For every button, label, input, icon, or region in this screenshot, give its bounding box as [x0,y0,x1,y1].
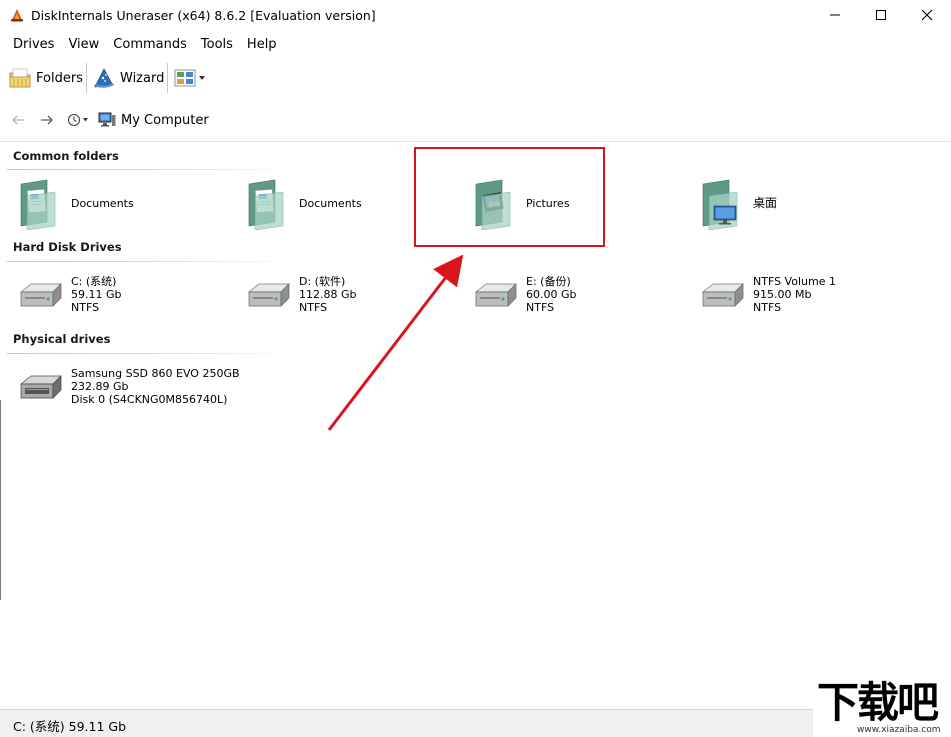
menu-help[interactable]: Help [240,34,284,56]
folder-name: Documents [299,197,362,210]
title-bar: DiskInternals Uneraser (x64) 8.6.2 [Eval… [0,0,951,32]
documents-folder-icon [248,179,284,230]
highlight-box [414,147,605,247]
folder-documents[interactable]: Documents [7,172,227,244]
back-arrow-icon[interactable] [10,112,26,128]
folders-icon [9,68,31,88]
close-button[interactable] [904,0,950,30]
menu-tools[interactable]: Tools [194,34,240,56]
documents-folder-icon [20,179,56,230]
wizard-button[interactable]: Wizard [92,62,164,94]
window-edge [0,400,1,600]
drive-e[interactable]: E: (备份) 60.00 Gb NTFS [462,266,682,338]
wizard-label: Wizard [120,70,165,86]
toolbar-separator [86,63,87,93]
minimize-button[interactable] [812,0,858,30]
drive-size: 59.11 Gb [71,288,122,301]
minimize-icon [830,14,840,16]
watermark-url: www.xiazaiba.com [857,725,941,735]
drive-filesystem: NTFS [299,301,328,314]
physical-disk-icon [20,375,62,399]
computer-icon [98,112,116,127]
view-mode-button[interactable] [174,62,206,94]
status-text: C: (系统) 59.11 Gb [13,719,127,734]
folders-button[interactable]: Folders [8,62,83,94]
group-underline [7,261,297,262]
hard-drive-icon [20,283,62,307]
wizard-hat-icon [94,68,114,88]
group-underline [7,169,297,170]
folder-desktop[interactable]: 桌面 [689,172,909,244]
drive-filesystem: NTFS [526,301,555,314]
navigation-bar: My Computer [0,107,951,135]
group-title-common-folders: Common folders [13,149,119,163]
drive-filesystem: NTFS [71,301,100,314]
physical-drive-samsung-ssd[interactable]: Samsung SSD 860 EVO 250GB 232.89 Gb Disk… [7,358,240,430]
desktop-folder-icon [702,179,738,230]
folder-name: Documents [71,197,134,210]
group-title-hard-disk-drives: Hard Disk Drives [13,240,122,254]
menu-view[interactable]: View [61,34,106,56]
toolbar: Folders Wizard [0,59,951,97]
maximize-icon [876,10,886,20]
menu-drives[interactable]: Drives [0,34,61,56]
drive-name: NTFS Volume 1 [753,275,836,288]
group-title-physical-drives: Physical drives [13,332,111,346]
drive-filesystem: NTFS [753,301,782,314]
hard-drive-icon [248,283,290,307]
drive-c[interactable]: C: (系统) 59.11 Gb NTFS [7,266,227,338]
status-bar: C: (系统) 59.11 Gb [0,709,951,737]
folders-label: Folders [36,70,83,86]
current-path[interactable]: My Computer [121,113,209,128]
drive-name: Samsung SSD 860 EVO 250GB [71,367,240,380]
drive-size: 232.89 Gb [71,380,129,393]
drive-name: E: (备份) [526,275,571,288]
menu-commands[interactable]: Commands [106,34,194,56]
history-icon[interactable] [67,112,89,128]
folder-name: 桌面 [753,196,778,210]
drive-name: D: (软件) [299,275,346,288]
menu-bar: Drives View Commands Tools Help [0,34,284,56]
hard-drive-icon [702,283,744,307]
window-title: DiskInternals Uneraser (x64) 8.6.2 [Eval… [31,8,376,23]
toolbar-separator [167,63,168,93]
drive-ntfs-volume-1[interactable]: NTFS Volume 1 915.00 Mb NTFS [689,266,909,338]
view-grid-icon [174,69,196,87]
drive-size: 915.00 Mb [753,288,812,301]
watermark-logo: 下载吧 www.xiazaiba.com [813,680,951,737]
forward-arrow-icon[interactable] [39,112,55,128]
watermark-text: 下载吧 [817,678,939,727]
group-underline [7,353,297,354]
chevron-down-icon [199,76,205,80]
drive-name: C: (系统) [71,275,117,288]
drive-d[interactable]: D: (软件) 112.88 Gb NTFS [235,266,455,338]
drive-size: 112.88 Gb [299,288,357,301]
app-logo-icon [11,9,23,22]
hard-drive-icon [475,283,517,307]
drive-detail: Disk 0 (S4CKNG0M856740L) [71,393,228,406]
close-icon [921,9,933,21]
drive-size: 60.00 Gb [526,288,577,301]
maximize-button[interactable] [858,0,904,30]
